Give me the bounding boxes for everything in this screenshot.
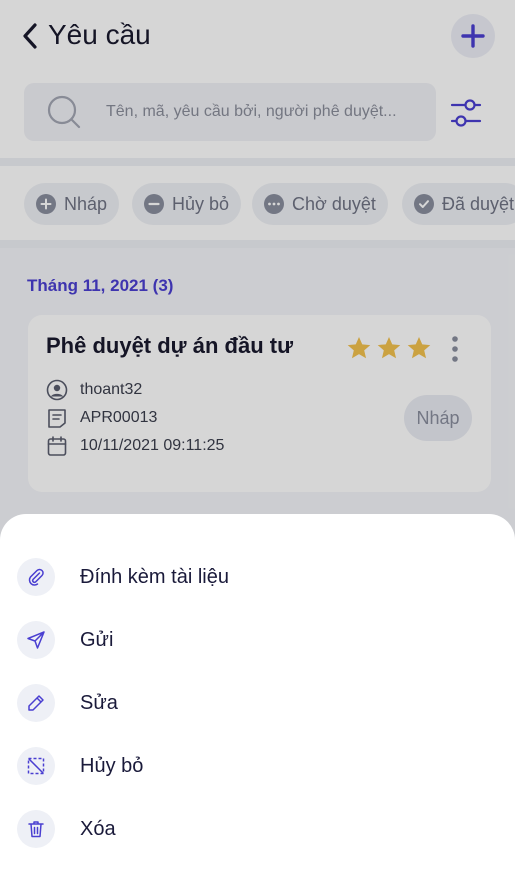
send-icon	[17, 621, 55, 659]
action-label: Xóa	[80, 818, 116, 840]
action-label: Sửa	[80, 692, 118, 714]
pencil-icon	[17, 684, 55, 722]
action-send[interactable]: Gửi	[0, 612, 515, 668]
action-label: Gửi	[80, 629, 114, 651]
requests-screen: Yêu cầu Nháp Hủy b	[0, 0, 515, 873]
cancel-selection-icon	[17, 747, 55, 785]
action-attach-document[interactable]: Đính kèm tài liệu	[0, 549, 515, 605]
action-label: Hủy bỏ	[80, 755, 144, 777]
paperclip-icon	[17, 558, 55, 596]
trash-icon	[17, 810, 55, 848]
action-edit[interactable]: Sửa	[0, 675, 515, 731]
action-label: Đính kèm tài liệu	[80, 566, 229, 588]
action-bottom-sheet: Đính kèm tài liệu Gửi Sửa Hủy bỏ Xóa	[0, 514, 515, 873]
action-cancel[interactable]: Hủy bỏ	[0, 738, 515, 794]
action-delete[interactable]: Xóa	[0, 801, 515, 857]
